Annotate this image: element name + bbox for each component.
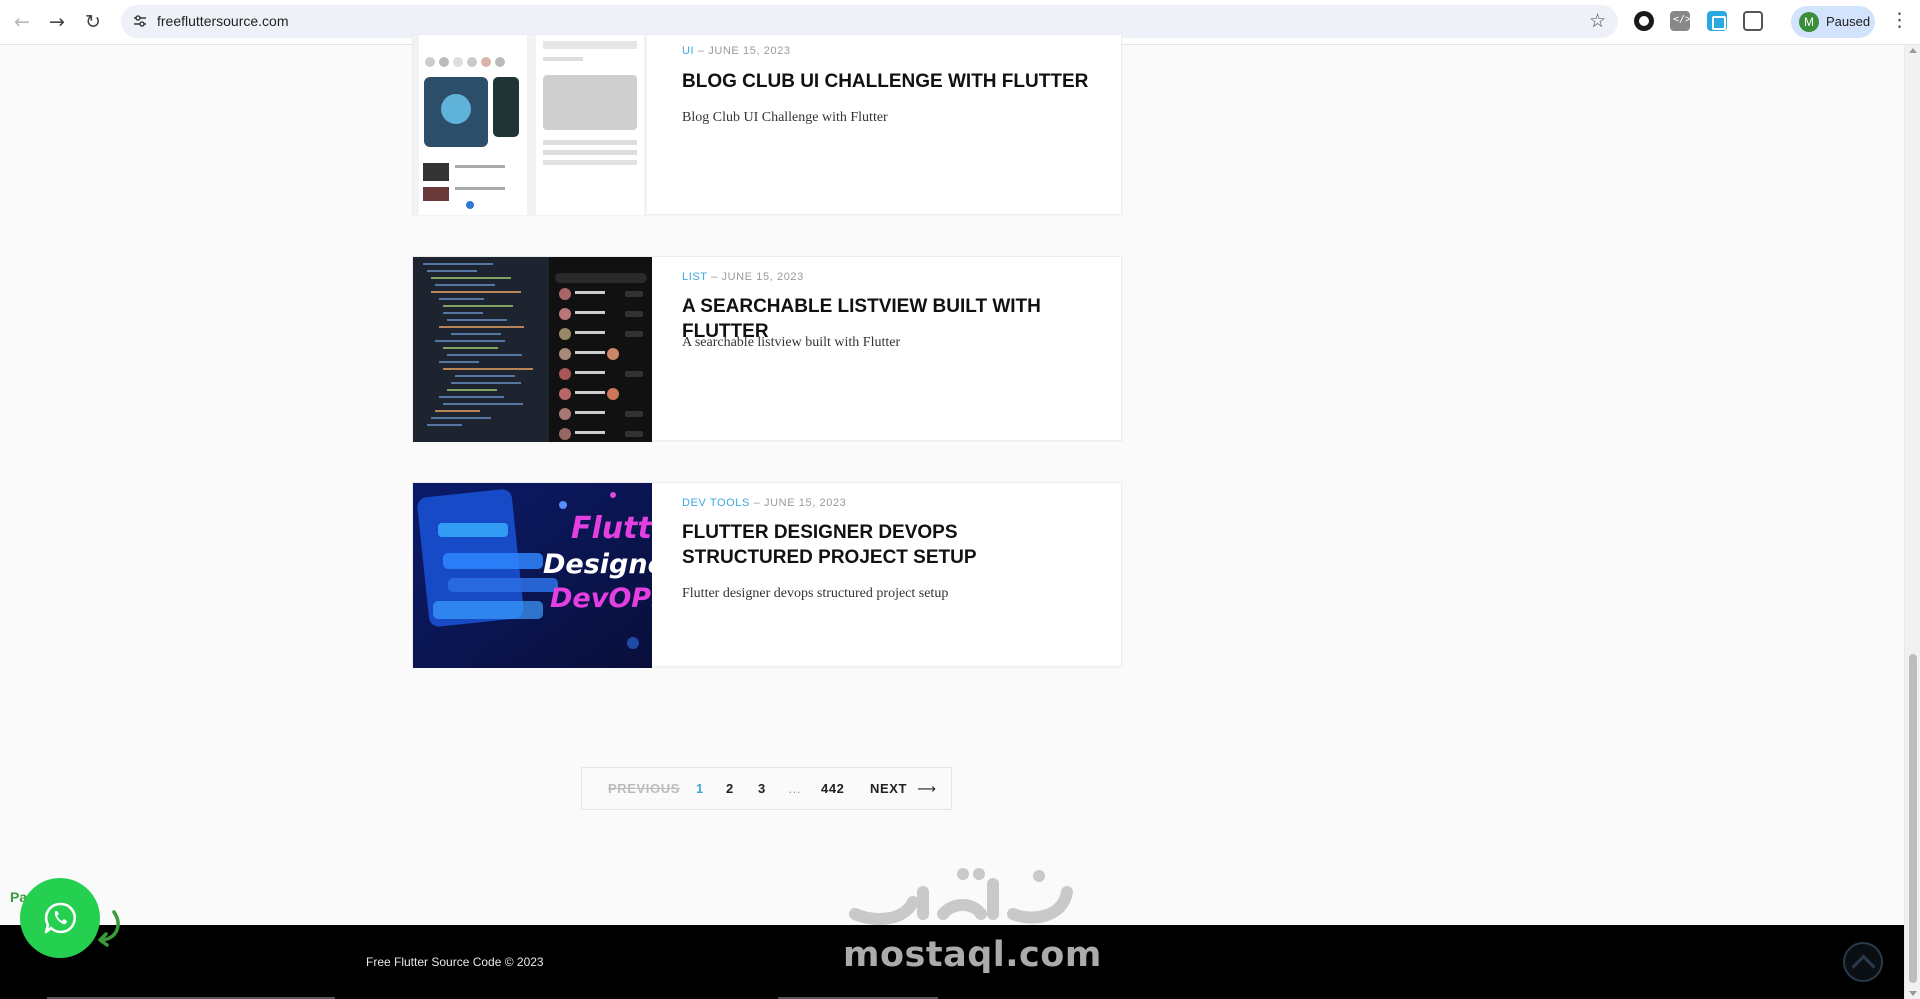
next-page-label: NEXT xyxy=(870,781,908,796)
curved-arrow-icon xyxy=(98,910,120,947)
pagination-ellipsis: … xyxy=(788,781,802,796)
post-card: UI – JUNE 15, 2023 BLOG CLUB UI CHALLENG… xyxy=(412,34,1122,216)
thumb-text-line1: Flutter xyxy=(571,511,652,546)
page-link-last[interactable]: 442 xyxy=(821,781,845,796)
scroll-up-arrow-icon[interactable] xyxy=(1909,48,1917,53)
whatsapp-button[interactable] xyxy=(20,878,100,958)
bookmark-star-icon[interactable]: ☆ xyxy=(1589,10,1606,32)
page-scrollbar[interactable] xyxy=(1904,45,1920,999)
extension-icon[interactable] xyxy=(1634,11,1654,31)
post-thumbnail[interactable]: Flutter Designer DevOPS xyxy=(413,483,652,668)
post-excerpt: Blog Club UI Challenge with Flutter xyxy=(682,110,888,125)
post-title-link[interactable]: FLUTTER DESIGNER DEVOPS STRUCTURED PROJE… xyxy=(682,520,1082,570)
profile-button[interactable]: M Paused xyxy=(1791,6,1875,38)
profile-status: Paused xyxy=(1826,14,1871,29)
post-excerpt: Flutter designer devops structured proje… xyxy=(682,586,949,601)
arrow-right-icon: ⟶ xyxy=(917,782,937,797)
meta-separator: – xyxy=(697,45,709,57)
site-settings-icon[interactable] xyxy=(132,13,148,29)
post-title-link[interactable]: BLOG CLUB UI CHALLENGE WITH FLUTTER xyxy=(682,69,1102,94)
forward-arrow-icon[interactable]: → xyxy=(44,9,70,35)
back-arrow-icon[interactable]: ← xyxy=(9,9,35,35)
whatsapp-icon xyxy=(44,902,77,934)
post-card: Flutter Designer DevOPS DEV TOOLS – JUNE… xyxy=(412,482,1122,668)
post-date: JUNE 15, 2023 xyxy=(764,497,847,509)
post-thumbnail[interactable] xyxy=(413,257,652,442)
meta-separator: – xyxy=(753,497,764,509)
previous-page-link: PREVIOUS xyxy=(608,781,680,796)
post-category-link[interactable]: LIST xyxy=(682,271,707,283)
pagination: PREVIOUS 1 2 3 … 442 NEXT ⟶ xyxy=(581,767,952,810)
scrollbar-thumb[interactable] xyxy=(1909,654,1917,983)
post-meta: LIST – JUNE 15, 2023 xyxy=(682,271,804,283)
url-text[interactable]: freefluttersource.com xyxy=(157,13,289,29)
thumb-text-line3: DevOPS xyxy=(550,583,652,614)
page-link-current[interactable]: 1 xyxy=(696,781,704,796)
post-category-link[interactable]: DEV TOOLS xyxy=(682,497,750,509)
avatar: M xyxy=(1799,12,1819,32)
post-date: JUNE 15, 2023 xyxy=(708,45,791,57)
post-body: DEV TOOLS – JUNE 15, 2023 FLUTTER DESIGN… xyxy=(682,483,1102,668)
reload-icon[interactable]: ↻ xyxy=(80,9,106,35)
browser-menu-icon[interactable]: ⋮ xyxy=(1890,9,1909,31)
post-thumbnail[interactable] xyxy=(413,35,647,216)
watermark-text: mostaql.com xyxy=(843,935,1102,975)
meta-separator: – xyxy=(711,271,722,283)
scroll-down-arrow-icon[interactable] xyxy=(1909,991,1917,996)
post-body: LIST – JUNE 15, 2023 A SEARCHABLE LISTVI… xyxy=(682,257,1102,442)
post-body: UI – JUNE 15, 2023 BLOG CLUB UI CHALLENG… xyxy=(682,35,1102,216)
next-page-link[interactable]: NEXT ⟶ xyxy=(870,781,937,797)
post-meta: DEV TOOLS – JUNE 15, 2023 xyxy=(682,497,846,509)
page-link[interactable]: 3 xyxy=(758,781,766,796)
post-meta: UI – JUNE 15, 2023 xyxy=(682,45,791,57)
thumb-text-line2: Designer xyxy=(543,549,652,580)
footer-copyright: Free Flutter Source Code © 2023 xyxy=(366,955,544,969)
extensions-puzzle-icon[interactable] xyxy=(1743,11,1763,31)
mostaql-logo-watermark xyxy=(849,868,1073,925)
page-link[interactable]: 2 xyxy=(726,781,734,796)
post-card: LIST – JUNE 15, 2023 A SEARCHABLE LISTVI… xyxy=(412,256,1122,442)
scroll-to-top-button[interactable] xyxy=(1843,942,1883,982)
post-category-link[interactable]: UI xyxy=(682,45,694,57)
post-date: JUNE 15, 2023 xyxy=(721,271,804,283)
code-extension-icon[interactable]: </> xyxy=(1670,11,1691,31)
post-excerpt: A searchable listview built with Flutter xyxy=(682,335,901,350)
extension-blue-icon[interactable] xyxy=(1707,11,1727,31)
